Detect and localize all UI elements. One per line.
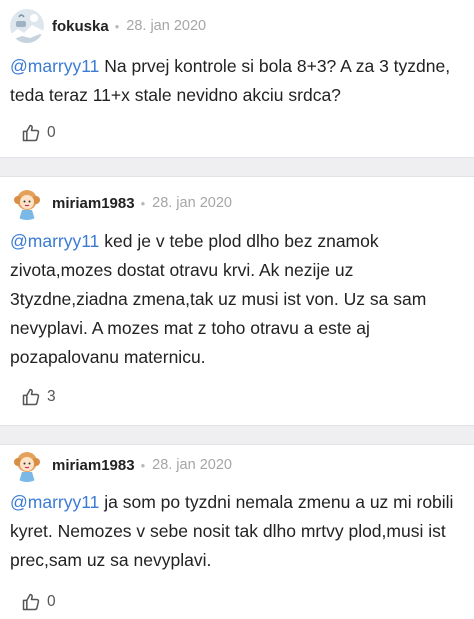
user-mention[interactable]: @marryy11 <box>10 231 99 251</box>
user-mention[interactable]: @marryy11 <box>10 492 99 512</box>
comment-date: 28. jan 2020 <box>152 195 232 211</box>
comment-text: @marryy11 Na prvej kontrole si bola 8+3?… <box>10 52 460 110</box>
thumbs-up-icon[interactable] <box>21 123 41 143</box>
comment-header: fokuska • 28. jan 2020 <box>10 6 206 46</box>
meta-separator: • <box>140 195 146 211</box>
comment-text: @marryy11 ja som po tyzdni nemala zmenu … <box>10 488 460 575</box>
like-button[interactable]: 0 <box>21 589 56 615</box>
avatar[interactable] <box>10 448 44 482</box>
like-count: 0 <box>47 593 56 610</box>
meta-separator: • <box>140 457 146 473</box>
like-count: 3 <box>47 388 56 405</box>
comment-header: miriam1983 • 28. jan 2020 <box>10 445 232 485</box>
comment-feed: fokuska • 28. jan 2020 @marryy11 Na prve… <box>0 0 474 619</box>
avatar[interactable] <box>10 186 44 220</box>
thumbs-up-icon[interactable] <box>21 387 41 407</box>
comment-card: miriam1983 • 28. jan 2020 @marryy11 ked … <box>0 177 474 425</box>
comment-card: fokuska • 28. jan 2020 @marryy11 Na prve… <box>0 0 474 157</box>
comment-author[interactable]: fokuska <box>52 18 109 35</box>
comment-author[interactable]: miriam1983 <box>52 457 135 474</box>
user-mention[interactable]: @marryy11 <box>10 56 99 76</box>
comment-card: miriam1983 • 28. jan 2020 @marryy11 ja s… <box>0 445 474 619</box>
comment-divider <box>0 157 474 177</box>
comment-divider <box>0 425 474 445</box>
comment-date: 28. jan 2020 <box>152 457 232 473</box>
comment-author[interactable]: miriam1983 <box>52 195 135 212</box>
like-button[interactable]: 0 <box>21 120 56 146</box>
thumbs-up-icon[interactable] <box>21 592 41 612</box>
meta-separator: • <box>114 18 120 34</box>
comment-header: miriam1983 • 28. jan 2020 <box>10 183 232 223</box>
comment-date: 28. jan 2020 <box>126 18 207 34</box>
comment-text: @marryy11 ked je v tebe plod dlho bez zn… <box>10 227 460 372</box>
avatar[interactable] <box>10 9 44 43</box>
like-count: 0 <box>47 124 56 141</box>
comment-body: ked je v tebe plod dlho bez znamok zivot… <box>10 231 427 367</box>
like-button[interactable]: 3 <box>21 384 56 410</box>
